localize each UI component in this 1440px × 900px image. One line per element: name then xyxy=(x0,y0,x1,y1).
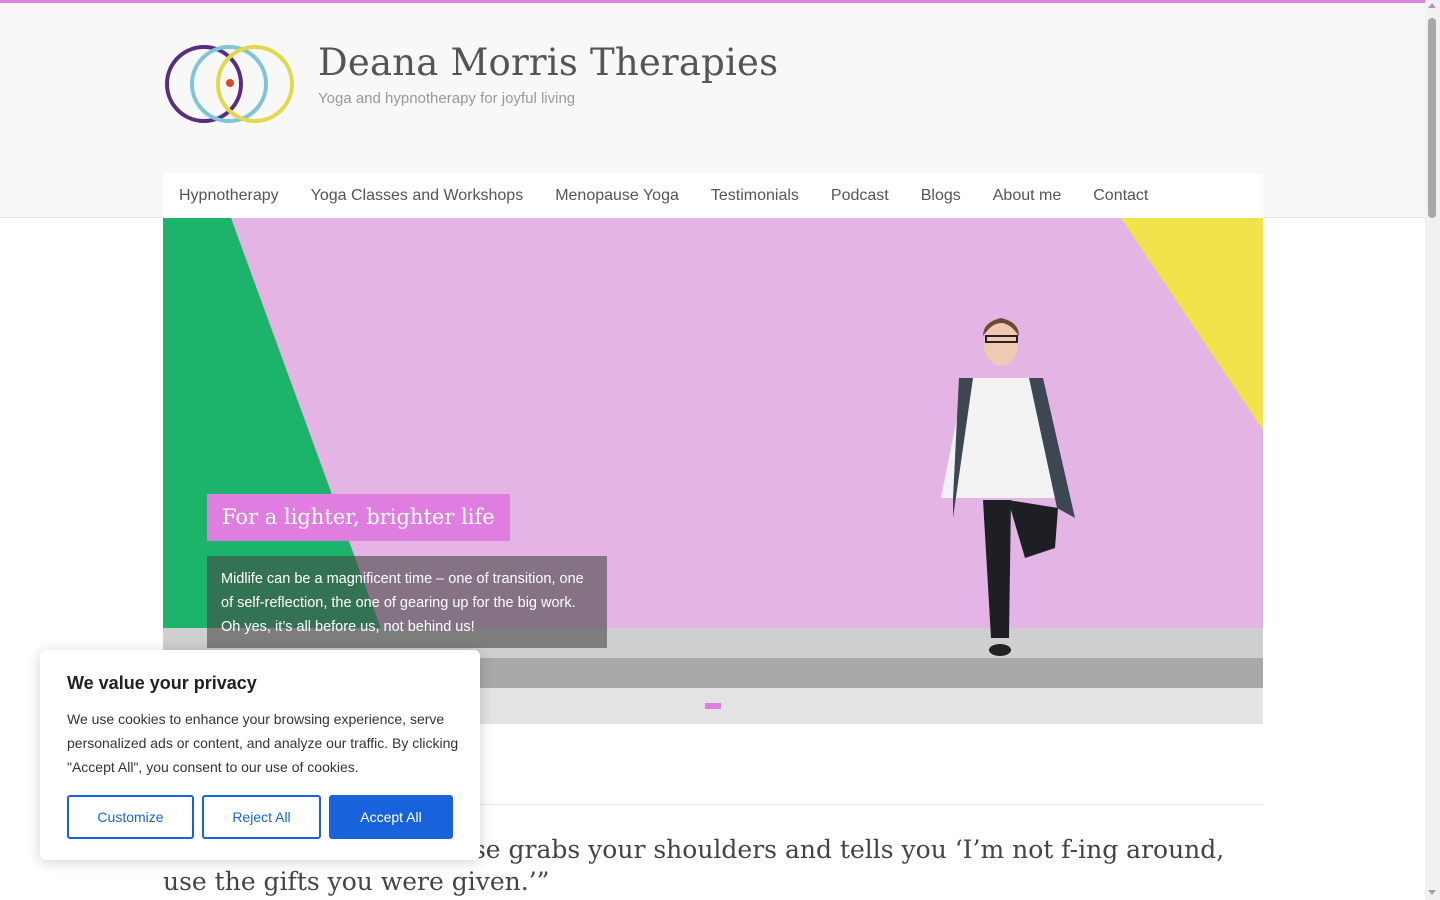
nav-item-podcast[interactable]: Podcast xyxy=(831,187,889,205)
nav-item-about-me[interactable]: About me xyxy=(993,187,1061,205)
nav-item-blogs[interactable]: Blogs xyxy=(921,187,961,205)
hero-title: For a lighter, brighter life xyxy=(207,494,510,541)
customize-button[interactable]: Customize xyxy=(67,795,194,839)
cookie-title: We value your privacy xyxy=(67,673,257,693)
cookie-description: We use cookies to enhance your browsing … xyxy=(67,711,459,775)
logo-icon[interactable] xyxy=(163,39,298,129)
nav-item-testimonials[interactable]: Testimonials xyxy=(711,187,799,205)
scrollbar-thumb[interactable] xyxy=(1428,18,1436,218)
hero-description: Midlife can be a magnificent time – one … xyxy=(207,556,607,648)
slider-pager-dot[interactable] xyxy=(705,703,721,709)
cookie-consent-banner: We value your privacy We use cookies to … xyxy=(40,650,480,860)
main-navigation: Hypnotherapy Yoga Classes and Workshops … xyxy=(163,173,1263,218)
site-tagline: Yoga and hypnotherapy for joyful living xyxy=(318,90,576,107)
nav-item-hypnotherapy[interactable]: Hypnotherapy xyxy=(179,187,279,205)
site-title[interactable]: Deana Morris Therapies xyxy=(318,41,778,84)
hero-image xyxy=(163,218,1263,724)
site-header: Deana Morris Therapies Yoga and hypnothe… xyxy=(0,3,1425,218)
scroll-down-arrow-icon[interactable] xyxy=(1428,890,1436,895)
reject-all-button[interactable]: Reject All xyxy=(202,795,321,839)
nav-item-contact[interactable]: Contact xyxy=(1093,187,1148,205)
nav-item-menopause-yoga[interactable]: Menopause Yoga xyxy=(555,187,679,205)
accept-all-button[interactable]: Accept All xyxy=(329,795,453,839)
scroll-up-arrow-icon[interactable] xyxy=(1428,3,1436,8)
hero-slider: For a lighter, brighter life Midlife can… xyxy=(163,218,1263,724)
nav-item-yoga-classes[interactable]: Yoga Classes and Workshops xyxy=(311,187,524,205)
page-scrollbar[interactable] xyxy=(1425,0,1440,900)
